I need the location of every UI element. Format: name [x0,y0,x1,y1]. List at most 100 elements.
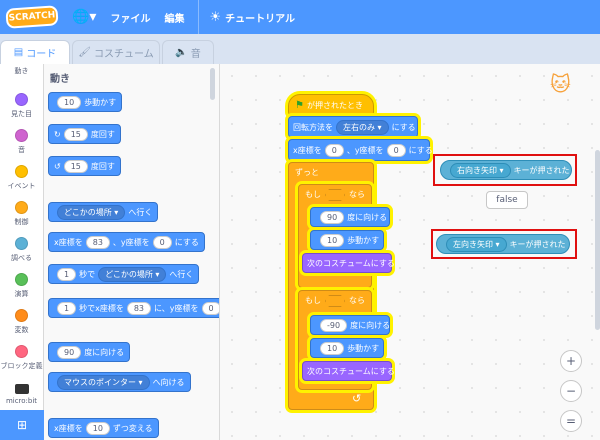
block-text: が押されたとき [306,100,363,110]
block-text: 度に向ける [347,212,388,222]
block-turn-left[interactable]: ↺ 15 度回す [48,156,121,176]
block-text: 次のコスチュームにする [307,366,395,376]
category-looks[interactable]: 見た目 [0,88,43,124]
block-point-direction[interactable]: -90 度に向ける [310,315,390,335]
sensing-dot [15,237,28,250]
block-turn-right[interactable]: ↻ 15 度回す [48,124,121,144]
zoom-out-button[interactable]: − [560,380,582,402]
block-move-steps[interactable]: 10 歩動かす [310,230,384,250]
palette-heading: 動き [50,74,70,85]
steps-input[interactable]: 10 [57,95,82,109]
x-input[interactable]: 0 [324,143,344,157]
y-input[interactable]: 0 [386,143,406,157]
category-events[interactable]: イベント [0,160,43,196]
goto-dropdown[interactable]: どこかの場所 ▾ [57,204,126,220]
file-menu[interactable]: ファイル [110,10,150,25]
zoom-reset-button[interactable]: = [560,410,582,432]
tab-sounds[interactable]: 🔈 音 [162,40,214,64]
block-point-direction[interactable]: 90 度に向ける [48,342,131,362]
dropdown-value: 左右のみ [343,122,375,132]
category-control[interactable]: 制御 [0,196,43,232]
block-text: ずっと [295,168,319,177]
category-microbit[interactable]: micro:bit [0,376,43,412]
category-motion[interactable]: 動き [0,64,43,88]
tab-costumes[interactable]: 🖌 コスチューム [72,40,160,64]
block-text: 、y座標を [112,237,150,247]
block-text: 、y座標を [346,145,384,155]
looks-dot [15,93,28,106]
block-text: x座標を [54,423,83,433]
y-input[interactable]: 0 [201,301,219,315]
category-sound[interactable]: 音 [0,124,43,160]
globe-icon[interactable]: 🌐▾ [72,9,96,25]
add-extension-button[interactable]: ⊞ [0,410,44,440]
degrees-input[interactable]: 15 [63,127,88,141]
tab-code[interactable]: ▤ コード [0,40,70,64]
events-dot [15,165,28,178]
block-next-costume[interactable]: 次のコスチュームにする [302,253,395,273]
block-move-steps[interactable]: 10 歩動かす [48,92,123,112]
direction-input[interactable]: 90 [320,210,345,224]
editor-tabs: ▤ コード 🖌 コスチューム 🔈 音 [0,34,600,64]
category-label: 調べる [11,254,32,262]
block-rotation-style[interactable]: 回転方法を 左右のみ ▾ にする [288,116,418,138]
key-dropdown[interactable]: 右向き矢印 ▾ [450,162,511,178]
block-when-flag-clicked[interactable]: ⚑ が押されたとき [288,94,374,116]
block-glide-xy[interactable]: 1 秒でx座標を 83 に、y座標を 0 [48,298,219,318]
block-text: 秒で [79,269,96,279]
block-goto-xy[interactable]: x座標を 83 、y座標を 0 にする [48,232,205,252]
palette-scrollbar[interactable] [210,68,215,100]
block-key-pressed-left[interactable]: 左向き矢印 ▾ キーが押された [436,234,570,254]
block-move-steps[interactable]: 10 歩動かす [310,338,384,358]
block-goto-xy[interactable]: x座標を 0 、y座標を 0 にする [288,139,433,161]
scratch-logo[interactable]: SCRATCH [5,5,59,29]
block-key-pressed-right[interactable]: 右向き矢印 ▾ キーが押された [440,160,572,180]
seconds-input[interactable]: 1 [57,301,77,315]
category-operators[interactable]: 演算 [0,268,43,304]
block-change-x[interactable]: x座標を 10 ずつ変える [48,418,159,438]
operators-dot [15,273,28,286]
steps-input[interactable]: 10 [320,341,345,355]
seconds-input[interactable]: 1 [57,267,77,281]
x-input[interactable]: 83 [126,301,152,315]
y-input[interactable]: 0 [152,235,172,249]
block-text: 秒でx座標を [79,303,124,313]
block-text: キーが押された [509,239,566,249]
degrees-input[interactable]: 15 [63,159,88,173]
direction-input[interactable]: -90 [320,318,348,332]
workspace-scrollbar[interactable] [595,150,600,330]
tutorials-icon[interactable]: ☀ [209,10,221,25]
category-my-blocks[interactable]: ブロック定義 [0,340,43,376]
tutorials-menu[interactable]: チュートリアル [225,10,295,25]
zoom-in-icon: + [565,354,577,368]
direction-input[interactable]: 90 [57,345,82,359]
category-variables[interactable]: 変数 [0,304,43,340]
condition-slot[interactable] [325,295,345,307]
block-text: 歩動かす [347,343,380,353]
block-point-direction[interactable]: 90 度に向ける [310,207,390,227]
rotation-dropdown[interactable]: 左右のみ ▾ [336,119,389,135]
zoom-in-button[interactable]: + [560,350,582,372]
block-goto[interactable]: どこかの場所 ▾ へ行く [48,202,159,222]
glide-dropdown[interactable]: どこかの場所 ▾ [98,266,167,282]
block-point-towards[interactable]: マウスのポインター ▾ へ向ける [48,372,191,392]
block-text: 歩動かす [84,97,117,107]
report-value: false [496,195,518,205]
script-workspace[interactable]: 🐱 ⚑ が押されたとき 回転方法を 左右のみ ▾ にする x座標を 0 、y座標… [220,64,600,440]
steps-input[interactable]: 10 [320,233,345,247]
block-text: へ向ける [152,377,185,387]
x-input[interactable]: 83 [85,235,110,249]
block-text: 度回す [90,161,115,171]
edit-menu[interactable]: 編集 [164,10,184,25]
change-input[interactable]: 10 [85,421,110,435]
condition-slot[interactable] [325,189,345,201]
block-text: なら [349,190,365,199]
block-next-costume[interactable]: 次のコスチュームにする [302,361,395,381]
key-dropdown[interactable]: 左向き矢印 ▾ [446,236,507,252]
category-sensing[interactable]: 調べる [0,232,43,268]
category-label: 動き [14,67,29,75]
block-text: 度回す [90,129,115,139]
control-dot [15,201,28,214]
block-glide[interactable]: 1 秒で どこかの場所 ▾ へ行く [48,264,200,284]
towards-dropdown[interactable]: マウスのポインター ▾ [57,374,150,390]
